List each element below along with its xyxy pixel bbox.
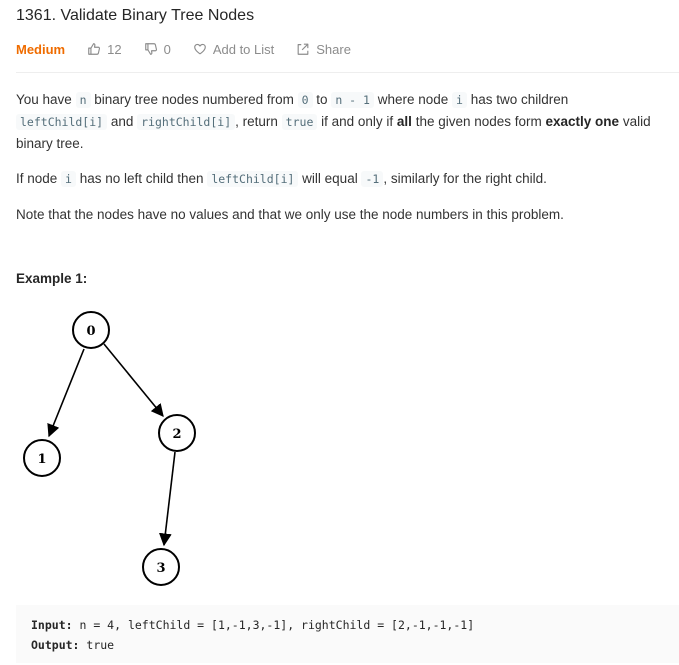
thumbs-down-icon xyxy=(144,43,157,55)
text: has no left child then xyxy=(75,171,208,186)
share-label: Share xyxy=(316,41,351,57)
code-leftchild: leftChild[i] xyxy=(16,114,108,130)
edge-0-2 xyxy=(103,343,164,417)
add-to-list-button[interactable]: Add to List xyxy=(193,42,274,57)
text: You have xyxy=(16,92,76,107)
problem-meta-bar: Medium 12 0 Add to List Share xyxy=(16,40,373,58)
like-count: 12 xyxy=(107,41,122,57)
example-1-io-block: Input: n = 4, leftChild = [1,-1,3,-1], r… xyxy=(16,605,679,663)
tree-node-label: 1 xyxy=(37,452,46,467)
bold-exactly-one: exactly one xyxy=(545,114,620,129)
input-value: n = 4, leftChild = [1,-1,3,-1], rightChi… xyxy=(79,618,475,632)
example-tree-diagram: 0 1 2 3 xyxy=(23,311,196,586)
output-label: Output: xyxy=(31,638,80,652)
heart-icon xyxy=(194,43,206,55)
code-n-minus-1: n - 1 xyxy=(331,92,374,108)
tree-node-label: 2 xyxy=(172,427,181,442)
text: , similarly for the right child. xyxy=(383,171,547,186)
difficulty-badge: Medium xyxy=(16,41,66,57)
edge-2-3 xyxy=(158,451,176,547)
code-i: i xyxy=(452,92,467,108)
tree-node-label: 0 xyxy=(86,324,95,339)
text: to xyxy=(312,92,332,107)
thumbs-up-icon xyxy=(88,43,101,55)
description-paragraph-1: You have n binary tree nodes numbered fr… xyxy=(16,89,663,154)
like-button[interactable]: 12 xyxy=(87,41,122,57)
dislike-button[interactable]: 0 xyxy=(144,42,171,57)
code-i: i xyxy=(61,171,76,187)
tree-node-label: 3 xyxy=(156,561,165,576)
code-true: true xyxy=(281,114,318,130)
tree-node-1: 1 xyxy=(23,439,61,477)
text: where node xyxy=(373,92,452,107)
text: If node xyxy=(16,171,62,186)
text: the given nodes form xyxy=(411,114,546,129)
code-leftchild: leftChild[i] xyxy=(207,171,299,187)
share-icon xyxy=(297,43,309,55)
text: has two children xyxy=(466,92,569,107)
example-input-line: Input: n = 4, leftChild = [1,-1,3,-1], r… xyxy=(31,615,664,635)
share-button[interactable]: Share xyxy=(296,42,351,57)
code-0: 0 xyxy=(297,92,313,108)
code-minus-1: -1 xyxy=(361,171,384,187)
text: will equal xyxy=(298,171,362,186)
input-label: Input: xyxy=(31,618,73,632)
example-output-line: Output: true xyxy=(31,635,664,655)
bold-all: all xyxy=(396,114,412,129)
text: if and only if xyxy=(317,114,397,129)
tree-node-2: 2 xyxy=(158,414,196,452)
edge-0-1 xyxy=(47,348,85,438)
output-value: true xyxy=(86,638,115,652)
problem-description: You have n binary tree nodes numbered fr… xyxy=(16,89,663,225)
text: binary tree nodes numbered from xyxy=(90,92,298,107)
code-rightchild: rightChild[i] xyxy=(137,114,236,130)
text: , return xyxy=(235,114,282,129)
tree-node-0: 0 xyxy=(72,311,110,349)
code-n: n xyxy=(75,92,91,108)
description-paragraph-2: If node i has no left child then leftChi… xyxy=(16,168,663,190)
text: and xyxy=(107,114,138,129)
description-paragraph-3: Note that the nodes have no values and t… xyxy=(16,207,564,222)
add-to-list-label: Add to List xyxy=(212,41,275,57)
example-1-title: Example 1: xyxy=(16,271,88,286)
header-divider xyxy=(16,72,679,73)
problem-title: 1361. Validate Binary Tree Nodes xyxy=(16,7,255,24)
tree-node-3: 3 xyxy=(142,548,180,586)
dislike-count: 0 xyxy=(163,41,171,57)
